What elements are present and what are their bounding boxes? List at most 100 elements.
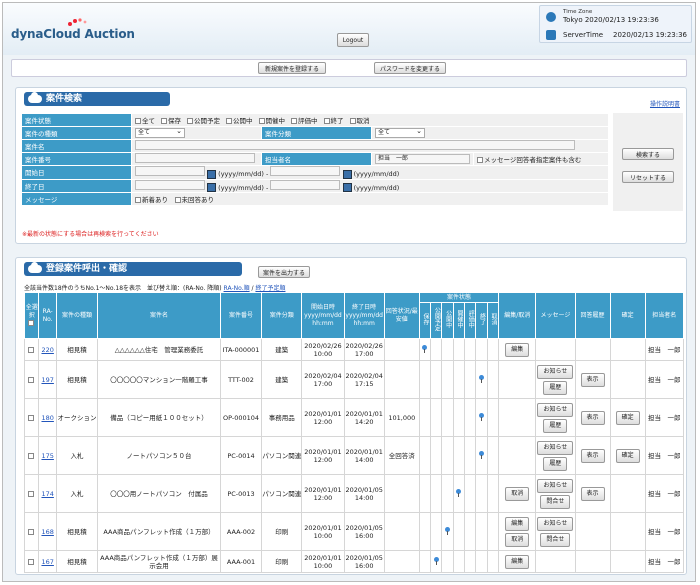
message-button[interactable]: 問合せ <box>540 494 571 509</box>
row-checkbox[interactable] <box>28 376 35 383</box>
history-button[interactable]: 表示 <box>580 410 605 425</box>
message-button[interactable]: お知らせ <box>537 364 574 379</box>
owner-cell: 担当 一郎 <box>644 360 685 399</box>
confirm-cell: 確定 <box>609 398 646 437</box>
history-button[interactable]: 表示 <box>580 448 605 463</box>
msg-include-checkbox[interactable] <box>477 157 484 163</box>
edit-button[interactable]: 編集 <box>505 516 530 531</box>
row-checkbox[interactable] <box>28 414 35 421</box>
answer-cell <box>383 360 420 399</box>
name-input[interactable] <box>135 140 575 150</box>
change-password-button[interactable]: パスワードを変更する <box>374 62 446 74</box>
state-pin-icon <box>479 374 485 383</box>
state-cell <box>430 512 443 551</box>
state-cell <box>486 338 500 361</box>
number-input[interactable] <box>135 153 255 163</box>
ra-link[interactable]: 167 <box>41 558 53 566</box>
message-button[interactable]: お知らせ <box>537 478 574 493</box>
row-checkbox[interactable] <box>28 346 35 353</box>
status-checkbox[interactable] <box>349 118 356 124</box>
number-cell: PC-0013 <box>219 474 263 513</box>
status-checkbox[interactable] <box>323 118 330 124</box>
sort-end-link[interactable]: 終了予定順 <box>255 285 285 292</box>
message-button[interactable]: 問合せ <box>540 532 571 547</box>
table-row: 175 入札 ノートパソコン５０台 PC-0014 パソコン関連 2020/01/01 1… <box>23 436 685 475</box>
select-all-checkbox[interactable] <box>28 320 35 326</box>
owner-cell: 担当 一郎 <box>644 512 685 551</box>
owner-cell: 担当 一郎 <box>644 398 685 437</box>
message-button[interactable]: 履歴 <box>543 418 568 433</box>
export-button[interactable]: 案件を出力する <box>258 266 310 278</box>
calendar-icon[interactable] <box>207 183 217 192</box>
type-select[interactable]: 全て <box>135 127 185 138</box>
status-checkbox[interactable] <box>291 118 297 124</box>
state-pin-icon <box>445 526 451 535</box>
results-panel: 登録案件呼出・確認 案件を出力する 全該当件数18件のうちNo.1〜No.18を… <box>15 257 687 575</box>
help-link[interactable]: 操作説明書 <box>650 99 680 108</box>
history-button[interactable]: 表示 <box>580 486 605 501</box>
confirm-button[interactable]: 確定 <box>615 448 640 463</box>
message-button[interactable]: お知らせ <box>537 402 574 417</box>
confirm-cell <box>609 474 646 513</box>
status-checkbox[interactable] <box>161 118 167 124</box>
new-message-checkbox[interactable] <box>135 197 141 203</box>
row-checkbox[interactable] <box>28 452 35 459</box>
register-case-button[interactable]: 新規案件を登録する <box>258 62 326 74</box>
state-pin-icon <box>422 344 428 353</box>
end-to-input[interactable] <box>270 179 341 190</box>
edit-button[interactable]: 編集 <box>505 342 530 357</box>
calendar-icon[interactable] <box>207 169 217 179</box>
status-checkbox[interactable] <box>187 118 193 124</box>
edit-button[interactable]: 編集 <box>505 554 530 569</box>
ra-link[interactable]: 174 <box>41 490 53 498</box>
state-cell <box>486 398 500 437</box>
ra-link[interactable]: 197 <box>41 376 53 384</box>
th-select-all[interactable]: 全選択 <box>23 292 40 339</box>
calendar-icon[interactable] <box>342 169 352 179</box>
owner-input[interactable]: 担当 一郎 <box>375 154 470 164</box>
message-button[interactable]: 履歴 <box>543 456 568 471</box>
th-class: 案件分類 <box>261 292 303 339</box>
ra-link[interactable]: 168 <box>41 528 53 536</box>
history-button[interactable]: 表示 <box>580 372 605 387</box>
owner-cell: 担当 一郎 <box>644 436 685 475</box>
ra-link[interactable]: 175 <box>41 452 53 460</box>
start-from-input[interactable] <box>135 166 205 176</box>
message-button[interactable]: 履歴 <box>543 380 568 395</box>
state-cell <box>475 436 488 475</box>
row-checkbox[interactable] <box>28 558 35 565</box>
message-button[interactable]: お知らせ <box>537 516 574 531</box>
unanswered-label: 未回答あり <box>181 196 215 204</box>
edit-button[interactable]: 取消 <box>505 486 530 501</box>
row-checkbox[interactable] <box>28 490 35 497</box>
search-button[interactable]: 検索する <box>622 148 674 160</box>
reset-button[interactable]: リセットする <box>622 171 674 183</box>
th-owner: 担当者名 <box>644 292 685 339</box>
edit-button[interactable]: 取消 <box>505 532 530 547</box>
message-button[interactable]: お知らせ <box>537 440 574 455</box>
confirm-button[interactable]: 確定 <box>615 410 640 425</box>
edit-cell <box>498 436 537 475</box>
table-row: 174 入札 〇〇〇用ノートパソコン 付属品 PC-0013 パソコン関連 2020/01… <box>23 474 685 513</box>
kind-cell: 入札 <box>55 474 99 513</box>
calendar-icon[interactable] <box>342 183 352 192</box>
status-checkbox[interactable] <box>135 118 141 124</box>
range-dash: - <box>266 170 269 178</box>
th-end: 終了日時yyyy/mm/dd hh:mm <box>343 292 385 339</box>
state-cell <box>475 512 488 551</box>
status-checkbox[interactable] <box>258 118 265 124</box>
ra-link[interactable]: 220 <box>41 346 53 354</box>
th-message: メッセージ <box>535 292 576 339</box>
ra-link[interactable]: 180 <box>41 414 53 422</box>
logout-button[interactable]: Logout <box>337 33 369 47</box>
start-to-input[interactable] <box>270 166 341 176</box>
sort-ra-link[interactable]: RA-No.順 <box>224 285 250 292</box>
unanswered-checkbox[interactable] <box>174 197 181 203</box>
results-table: 全選択 RA-No. 案件の種類 案件名 案件番号 案件分類 開始日時yyyy/… <box>23 292 685 573</box>
class-select[interactable]: 全て <box>375 127 425 138</box>
end-from-input[interactable] <box>135 179 205 190</box>
row-checkbox[interactable] <box>28 528 35 535</box>
range-dash: - <box>266 183 269 192</box>
status-checkbox[interactable] <box>226 118 232 124</box>
state-cell <box>486 512 500 551</box>
